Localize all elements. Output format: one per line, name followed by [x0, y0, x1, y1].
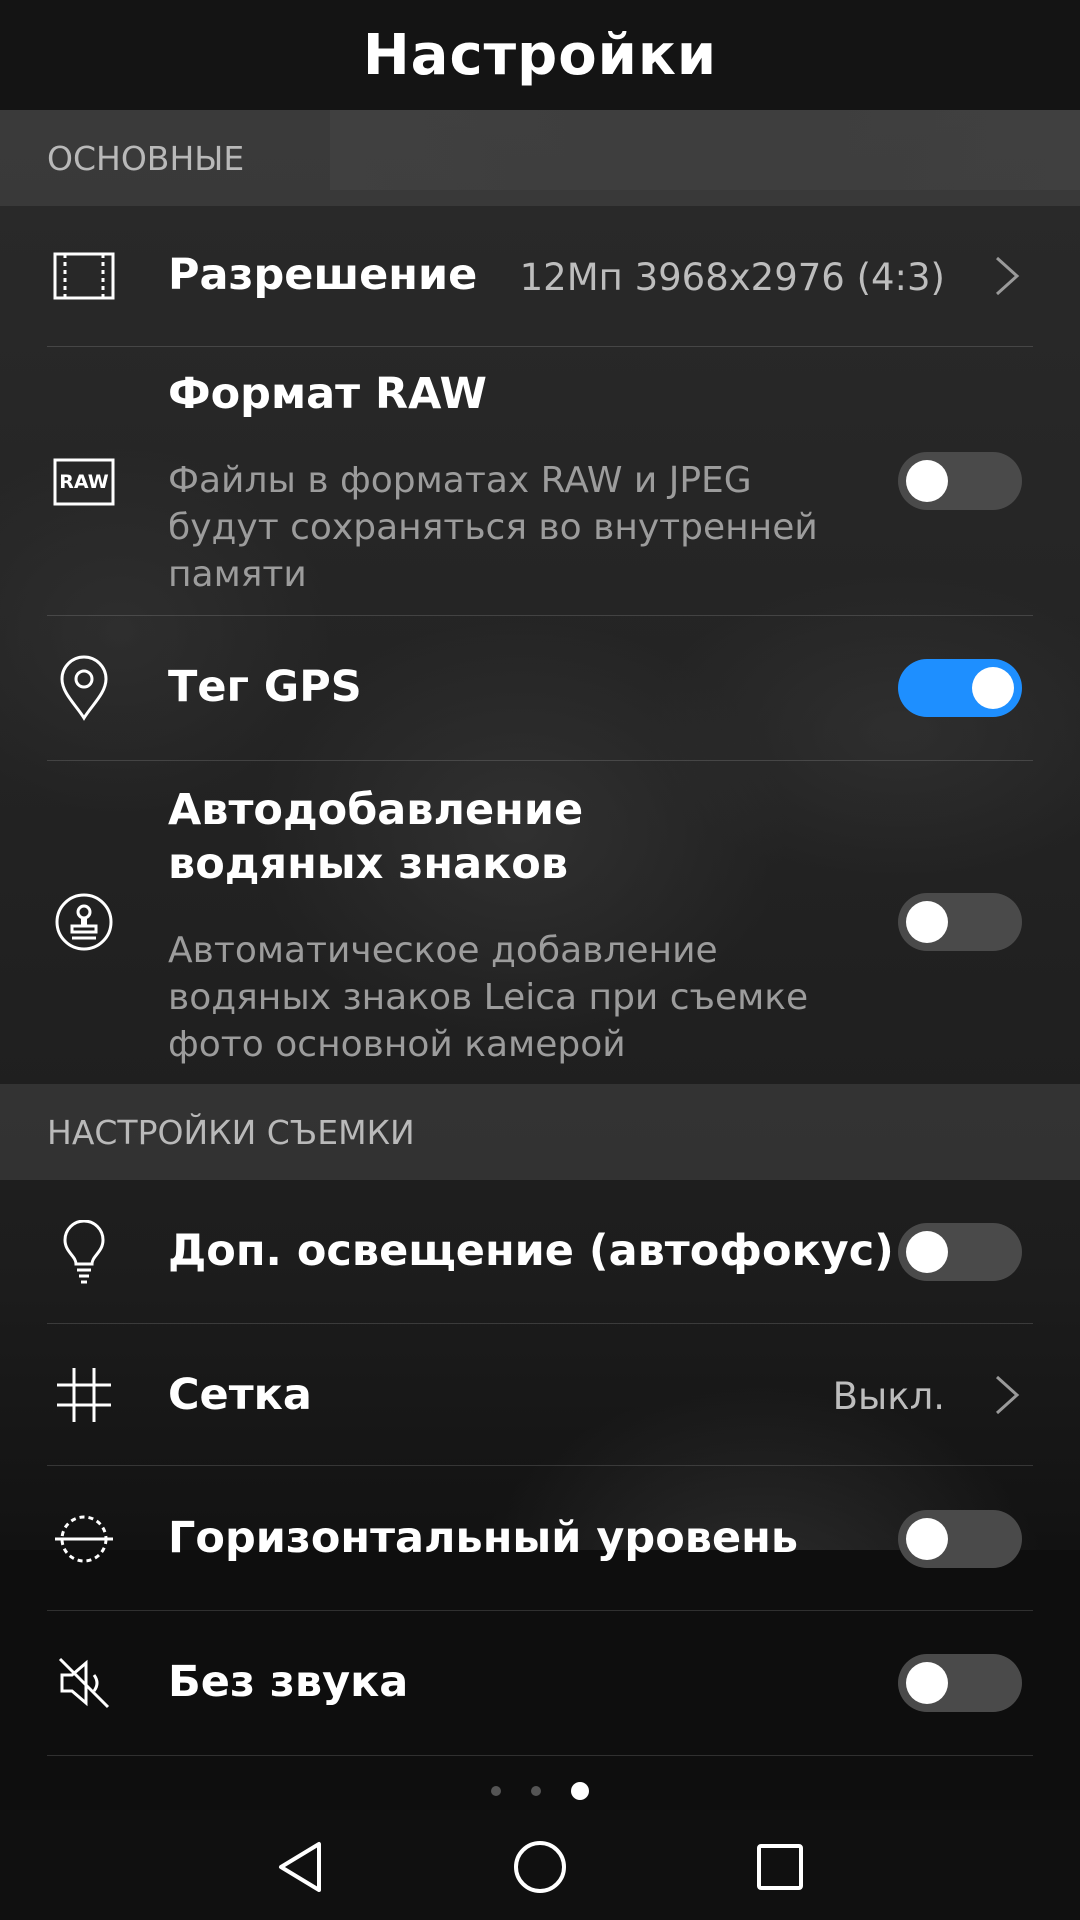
setting-raw[interactable]: RAW Формат RAW Файлы в форматах RAW и JP…: [0, 347, 1080, 616]
setting-watermark[interactable]: Автодобавление водяных знаков Автоматиче…: [0, 761, 1080, 1084]
level-toggle[interactable]: [898, 1510, 1022, 1568]
home-button[interactable]: [508, 1835, 572, 1899]
section-header-shooting: НАСТРОЙКИ СЪЕМКИ: [0, 1084, 1080, 1180]
toggle-knob: [906, 1662, 948, 1704]
setting-level-label: Горизонтальный уровень: [168, 1513, 799, 1563]
title-bar: Настройки: [0, 0, 1080, 110]
resolution-frame-icon: [48, 240, 120, 312]
setting-resolution[interactable]: Разрешение 12Мп 3968x2976 (4:3): [0, 206, 1080, 347]
raw-toggle[interactable]: [898, 452, 1022, 510]
raw-icon: RAW: [48, 446, 120, 518]
toggle-knob: [906, 1231, 948, 1273]
setting-gps[interactable]: Тег GPS: [0, 616, 1080, 761]
recents-square-icon: [757, 1844, 803, 1890]
toggle-knob: [906, 1518, 948, 1560]
section-header-basic: ОСНОВНЫЕ: [0, 110, 1080, 206]
toggle-knob: [972, 667, 1014, 709]
section-header-basic-label: ОСНОВНЫЕ: [47, 138, 245, 178]
section-header-shooting-label: НАСТРОЙКИ СЪЕМКИ: [47, 1112, 415, 1152]
page-indicator: [0, 1782, 1080, 1800]
grid-icon: [48, 1359, 120, 1431]
setting-af-light[interactable]: Доп. освещение (автофокус): [0, 1180, 1080, 1324]
home-circle-icon: [514, 1841, 566, 1893]
setting-resolution-label: Разрешение: [168, 250, 478, 300]
af-light-toggle[interactable]: [898, 1223, 1022, 1281]
chevron-right-icon: [995, 1375, 1020, 1415]
page-title: Настройки: [362, 22, 718, 88]
level-icon: [48, 1503, 120, 1575]
navigation-bar: [0, 1810, 1080, 1920]
setting-watermark-description: Автоматическое добавление водяных знаков…: [168, 930, 809, 1065]
setting-af-light-label: Доп. освещение (автофокус): [168, 1226, 894, 1276]
setting-grid-label: Сетка: [168, 1370, 312, 1420]
back-triangle-icon: [279, 1842, 321, 1892]
page-dot: [531, 1786, 541, 1796]
location-pin-icon: [48, 652, 120, 724]
setting-gps-label: Тег GPS: [168, 662, 362, 712]
page-dot-active: [571, 1782, 589, 1800]
setting-resolution-value: 12Мп 3968x2976 (4:3): [519, 256, 945, 299]
toggle-knob: [906, 901, 948, 943]
chevron-right-icon: [995, 256, 1020, 296]
back-button[interactable]: [268, 1835, 332, 1899]
page-dot: [491, 1786, 501, 1796]
recents-button[interactable]: [748, 1835, 812, 1899]
stamp-icon: [48, 886, 120, 958]
setting-raw-label: Формат RAW: [168, 369, 487, 419]
gps-toggle[interactable]: [898, 659, 1022, 717]
setting-watermark-label: Автодобавление водяных знаков: [168, 785, 584, 889]
divider: [47, 1755, 1033, 1756]
mute-toggle[interactable]: [898, 1654, 1022, 1712]
mute-icon: [48, 1647, 120, 1719]
setting-grid[interactable]: Сетка Выкл.: [0, 1324, 1080, 1466]
setting-raw-description: Файлы в форматах RAW и JPEG будут сохран…: [168, 460, 818, 595]
setting-mute[interactable]: Без звука: [0, 1611, 1080, 1756]
setting-grid-value: Выкл.: [832, 1375, 945, 1418]
toggle-knob: [906, 460, 948, 502]
watermark-toggle[interactable]: [898, 893, 1022, 951]
light-bulb-icon: [48, 1216, 120, 1288]
raw-icon-text: RAW: [59, 471, 109, 493]
setting-mute-label: Без звука: [168, 1657, 409, 1707]
setting-level[interactable]: Горизонтальный уровень: [0, 1466, 1080, 1611]
